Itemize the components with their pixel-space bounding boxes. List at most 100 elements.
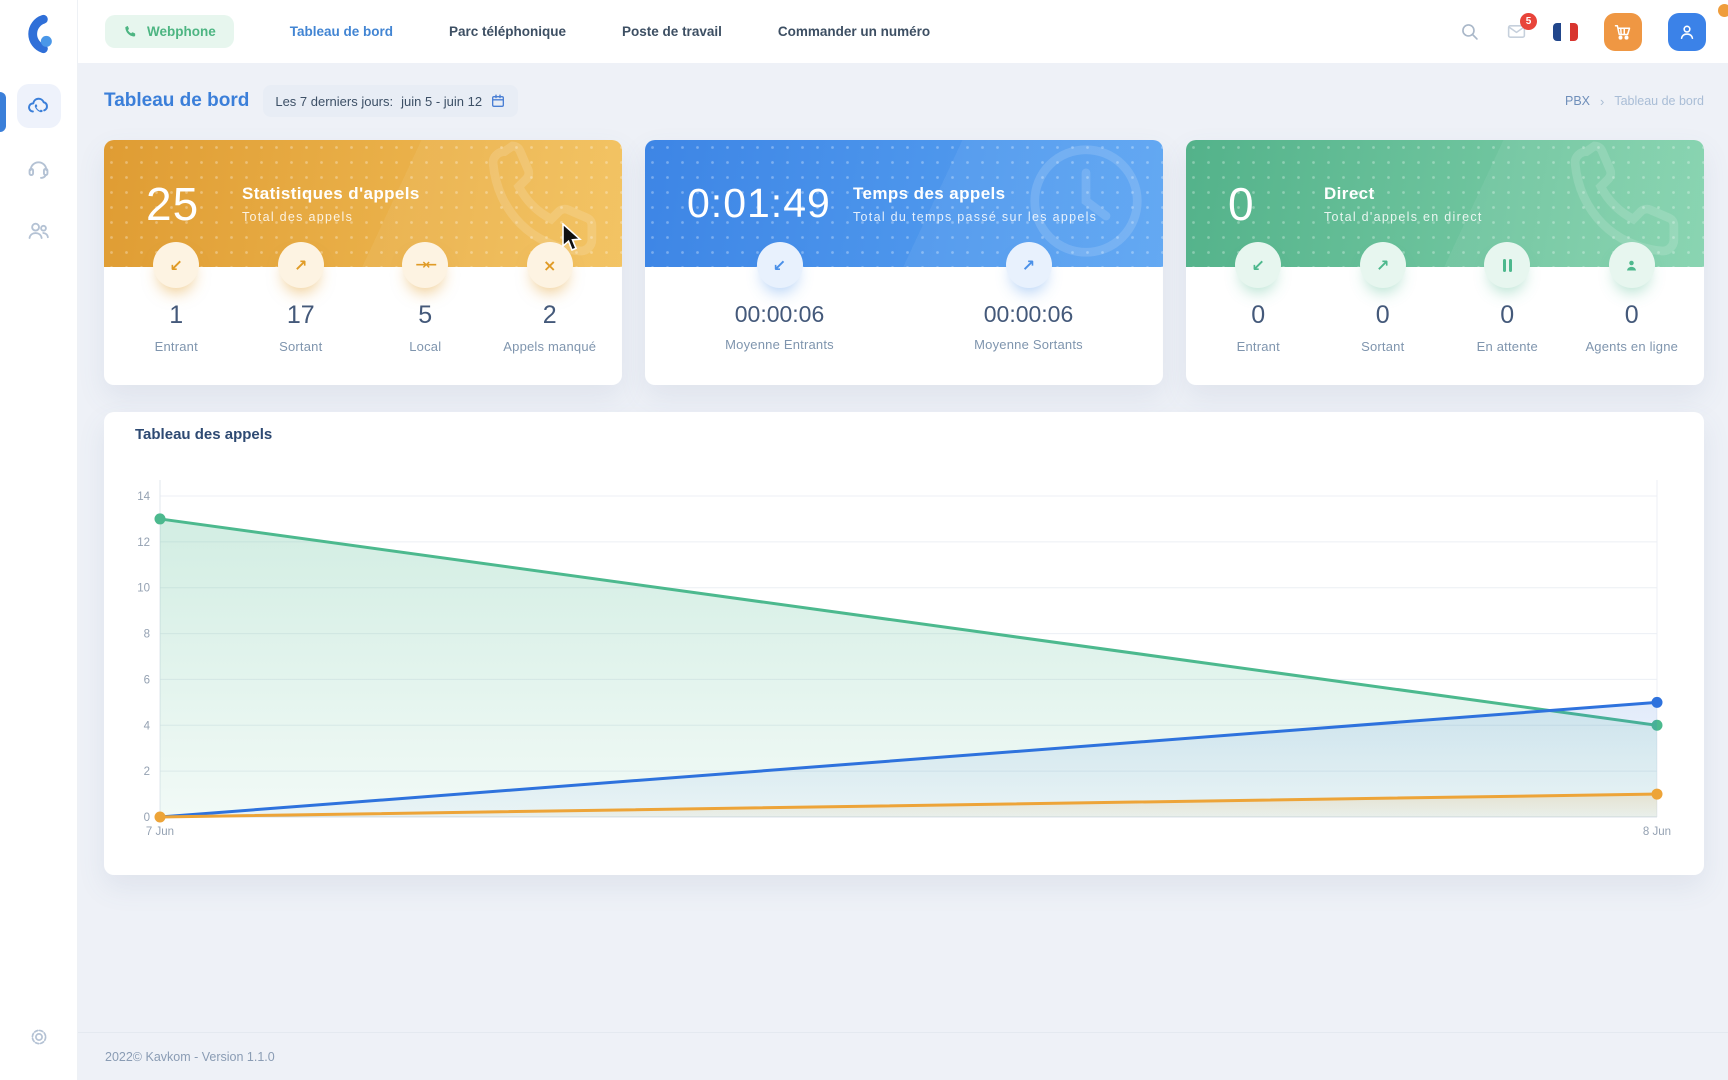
- stat-sortant: ↗ 17 Sortant: [239, 267, 364, 354]
- breadcrumb-pbx[interactable]: PBX: [1565, 94, 1590, 108]
- stat-value: 0: [1500, 301, 1514, 330]
- stat-value: 0: [1251, 301, 1265, 330]
- stat-label: En attente: [1477, 339, 1538, 354]
- stat-value: 1: [169, 301, 183, 330]
- outgoing-arrow-icon: ↗: [278, 242, 324, 288]
- stat-appels-manque: × 2 Appels manqué: [488, 267, 613, 354]
- stat-label: Sortant: [279, 339, 322, 354]
- stat-label: Appels manqué: [503, 339, 596, 354]
- svg-text:14: 14: [137, 491, 150, 503]
- breadcrumb: PBX › Tableau de bord: [1565, 94, 1704, 109]
- stat-value: 2: [543, 301, 557, 330]
- sidebar-item-pbx[interactable]: [17, 84, 61, 128]
- search-icon[interactable]: [1459, 21, 1480, 42]
- svg-text:6: 6: [144, 674, 150, 686]
- sidebar: [0, 0, 78, 1080]
- nav-webphone[interactable]: Webphone: [105, 15, 234, 48]
- svg-text:8: 8: [144, 629, 150, 641]
- nav-poste-de-travail[interactable]: Poste de travail: [622, 24, 722, 39]
- calendar-icon: [490, 93, 506, 109]
- nav-tableau-de-bord[interactable]: Tableau de bord: [290, 24, 393, 39]
- card-subtitle: Total d'appels en direct: [1324, 210, 1483, 224]
- svg-text:10: 10: [137, 583, 150, 595]
- stat-label: Moyenne Sortants: [974, 337, 1083, 352]
- account-button[interactable]: [1668, 13, 1706, 51]
- svg-text:4: 4: [144, 720, 151, 732]
- sidebar-item-settings[interactable]: [27, 1025, 51, 1054]
- webphone-label: Webphone: [147, 24, 216, 39]
- cart-icon: [1613, 22, 1633, 42]
- footer-version: 2022© Kavkom - Version 1.1.0: [105, 1050, 275, 1064]
- stat-value: 17: [287, 301, 315, 330]
- stat-label: Moyenne Entrants: [725, 337, 834, 352]
- date-range-filter[interactable]: Les 7 derniers jours: juin 5 - juin 12: [263, 85, 518, 117]
- incoming-arrow-icon: ↙: [153, 242, 199, 288]
- outgoing-arrow-icon: ↗: [1006, 242, 1052, 288]
- topbar: Webphone Tableau de bord Parc téléphoniq…: [78, 0, 1728, 63]
- breadcrumb-current: Tableau de bord: [1614, 94, 1704, 108]
- date-range-value: juin 5 - juin 12: [401, 94, 482, 109]
- page-title: Tableau de bord: [104, 90, 249, 112]
- card-title: Temps des appels: [853, 184, 1097, 204]
- notification-dot: [1718, 4, 1728, 17]
- missed-call-icon: ×: [527, 242, 573, 288]
- app-window: Webphone Tableau de bord Parc téléphoniq…: [0, 0, 1728, 1080]
- sidebar-item-contacts[interactable]: [17, 208, 61, 252]
- total-calls-value: 25: [146, 177, 242, 231]
- stat-entrant: ↙ 1 Entrant: [114, 267, 239, 354]
- stat-label: Entrant: [1237, 339, 1280, 354]
- calls-chart-card: Tableau des appels 024681012147 Jun8 Jun: [104, 412, 1704, 875]
- agent-icon: [1609, 242, 1655, 288]
- phone-icon: [123, 24, 138, 39]
- stat-value: 00:00:06: [984, 301, 1074, 328]
- nav-parc-telephonique[interactable]: Parc téléphonique: [449, 24, 566, 39]
- stat-en-attente: 0 En attente: [1445, 267, 1570, 354]
- mail-badge: 5: [1520, 13, 1537, 30]
- stat-value: 0: [1625, 301, 1639, 330]
- nav-commander-un-numero[interactable]: Commander un numéro: [778, 24, 930, 39]
- direct-calls-card: 0 Direct Total d'appels en direct ↙ 0: [1186, 140, 1704, 385]
- incoming-arrow-icon: ↙: [757, 242, 803, 288]
- headset-icon: [26, 156, 51, 181]
- sidebar-item-support[interactable]: [17, 146, 61, 190]
- kavkom-logo[interactable]: [17, 12, 61, 56]
- mail-icon[interactable]: 5: [1506, 21, 1527, 42]
- stat-label: Local: [409, 339, 441, 354]
- total-direct-value: 0: [1228, 177, 1324, 231]
- outgoing-arrow-icon: ↗: [1360, 242, 1406, 288]
- svg-text:0: 0: [144, 812, 150, 824]
- stat-label: Entrant: [155, 339, 198, 354]
- stat-label: Agents en ligne: [1585, 339, 1678, 354]
- call-stats-card: 25 Statistiques d'appels Total des appel…: [104, 140, 622, 385]
- date-filter-label: Les 7 derniers jours:: [275, 94, 393, 109]
- cart-button[interactable]: [1604, 13, 1642, 51]
- active-indicator: [0, 92, 6, 132]
- dashboard-content: Tableau de bord Les 7 derniers jours: ju…: [78, 63, 1728, 1032]
- cloud-phone-icon: [26, 94, 51, 119]
- svg-text:2: 2: [144, 766, 150, 778]
- svg-text:12: 12: [137, 537, 150, 549]
- stat-value: 00:00:06: [735, 301, 825, 328]
- card-title: Direct: [1324, 184, 1483, 204]
- stat-agents-en-ligne: 0 Agents en ligne: [1570, 267, 1695, 354]
- merge-arrows-icon: →←: [402, 242, 448, 288]
- card-subtitle: Total des appels: [242, 210, 420, 224]
- stat-value: 0: [1376, 301, 1390, 330]
- total-time-value: 0:01:49: [687, 180, 835, 227]
- calls-chart: 024681012147 Jun8 Jun: [104, 412, 1704, 875]
- breadcrumb-separator: ›: [1600, 94, 1604, 109]
- language-flag-fr[interactable]: [1553, 23, 1578, 41]
- stat-local: →← 5 Local: [363, 267, 488, 354]
- svg-text:8 Jun: 8 Jun: [1643, 826, 1671, 838]
- pause-icon: [1484, 242, 1530, 288]
- top-navigation: Tableau de bord Parc téléphonique Poste …: [290, 24, 930, 39]
- stat-direct-entrant: ↙ 0 Entrant: [1196, 267, 1321, 354]
- footer: 2022© Kavkom - Version 1.1.0: [78, 1032, 1728, 1080]
- stat-value: 5: [418, 301, 432, 330]
- card-title: Statistiques d'appels: [242, 184, 420, 204]
- users-icon: [26, 218, 51, 243]
- incoming-arrow-icon: ↙: [1235, 242, 1281, 288]
- stat-moyenne-sortants: ↗ 00:00:06 Moyenne Sortants: [904, 267, 1153, 352]
- gear-icon: [27, 1025, 51, 1049]
- call-time-card: 0:01:49 Temps des appels Total du temps …: [645, 140, 1163, 385]
